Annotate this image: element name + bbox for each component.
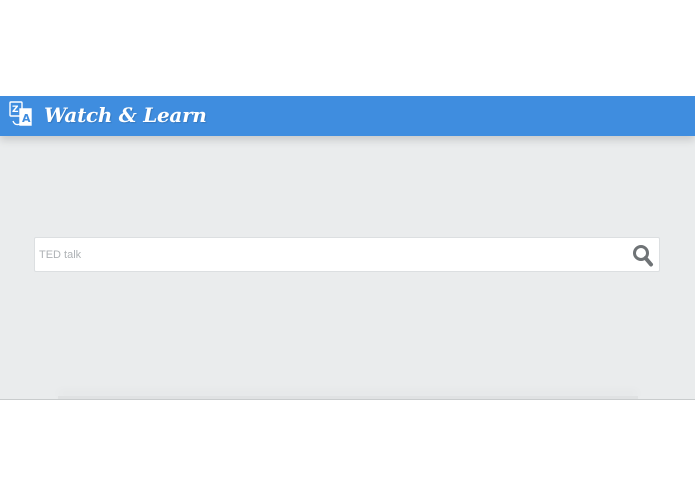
translate-icon[interactable]: Z A bbox=[9, 101, 33, 127]
app-frame: Z A Watch & Learn bbox=[0, 96, 695, 400]
search-input[interactable] bbox=[35, 238, 625, 271]
search-bar bbox=[34, 237, 660, 272]
brand-title[interactable]: Watch & Learn bbox=[44, 100, 207, 130]
navbar: Z A Watch & Learn bbox=[0, 96, 695, 136]
svg-text:Z: Z bbox=[12, 105, 19, 115]
content-divider bbox=[58, 396, 638, 399]
search-icon[interactable] bbox=[631, 243, 655, 267]
svg-text:A: A bbox=[22, 112, 31, 125]
